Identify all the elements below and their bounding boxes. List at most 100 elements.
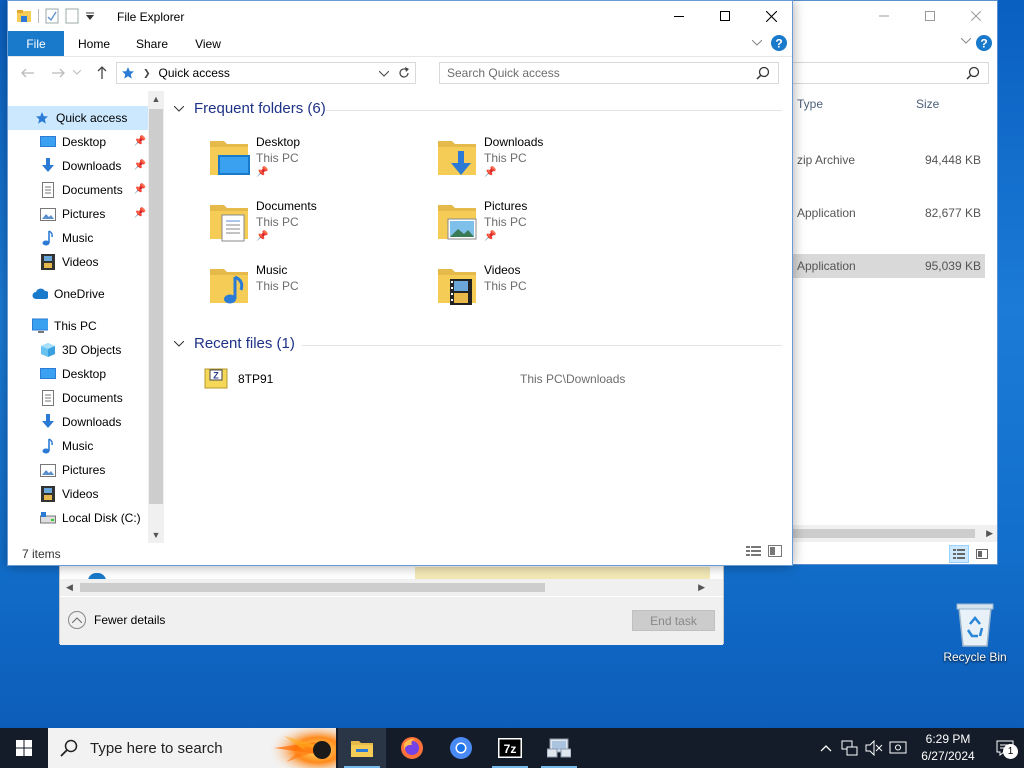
bg-col-size[interactable]: Size	[916, 97, 939, 111]
tiles-view-icon[interactable]	[768, 545, 782, 557]
bg-maximize-button[interactable]	[907, 1, 953, 31]
scroll-up-icon[interactable]: ▲	[148, 91, 164, 107]
tm-scroll-thumb[interactable]	[80, 583, 545, 592]
star-icon	[34, 110, 50, 126]
tm-scroll-left-icon[interactable]: ◀	[66, 582, 73, 593]
address-row: ❯ Quick access Search Quick access	[8, 58, 792, 88]
nav-label: Quick access	[56, 111, 128, 125]
tab-share[interactable]: Share	[128, 31, 176, 56]
clock-time: 6:29 PM	[925, 732, 971, 746]
nav-item-quick-access[interactable]: Quick access	[8, 106, 148, 130]
nav-item-music[interactable]: Music	[8, 226, 148, 250]
nav-item-onedrive[interactable]: OneDrive	[8, 282, 148, 306]
zip-file-icon: Z	[204, 367, 228, 389]
frequent-folders-header[interactable]: Frequent folders (6)	[174, 100, 326, 117]
system-clock[interactable]: 6:29 PM 6/27/2024	[910, 731, 986, 765]
taskbar-file-explorer[interactable]	[338, 728, 386, 768]
bg-table-row[interactable]: zip Archive 94,448 KB	[791, 148, 985, 172]
recent-file-row[interactable]: Z 8TP91 This PC\Downloads	[204, 367, 764, 391]
tab-view[interactable]: View	[184, 31, 232, 56]
customize-qat-icon[interactable]	[85, 11, 95, 21]
folder-tile-desktop[interactable]: Desktop This PC 📌	[208, 133, 428, 189]
task-manager-window[interactable]: ◀ ▶ Fewer details End task	[59, 560, 724, 645]
bg-chevron-down-icon[interactable]	[961, 38, 971, 44]
bg-close-button[interactable]	[953, 1, 999, 31]
nav-vertical-scrollbar[interactable]: ▲ ▼	[148, 91, 164, 543]
recent-locations-icon[interactable]	[70, 64, 84, 82]
folder-tile-documents[interactable]: Documents This PC 📌	[208, 197, 428, 253]
refresh-icon[interactable]	[397, 66, 411, 80]
forward-arrow-icon[interactable]	[48, 64, 68, 82]
nav-item-documents-pc[interactable]: Documents	[8, 386, 148, 410]
new-folder-icon[interactable]	[65, 8, 79, 24]
volume-muted-icon[interactable]	[862, 740, 886, 756]
recycle-bin-shortcut[interactable]: Recycle Bin	[938, 600, 1012, 664]
nav-item-documents[interactable]: Documents 📌	[8, 178, 148, 202]
close-button[interactable]	[748, 1, 794, 31]
bg-scroll-right-icon[interactable]: ▶	[986, 528, 993, 539]
show-hidden-icons-chevron-icon[interactable]	[814, 744, 838, 752]
bg-details-view-icon[interactable]	[949, 545, 969, 563]
recent-files-header[interactable]: Recent files (1)	[174, 335, 295, 352]
taskbar-7zip[interactable]: 7z	[486, 728, 534, 768]
address-dropdown-icon[interactable]	[379, 71, 389, 77]
network-icon[interactable]	[838, 740, 862, 756]
folder-tile-pictures[interactable]: Pictures This PC 📌	[436, 197, 656, 253]
expand-ribbon-icon[interactable]	[752, 40, 762, 46]
folder-tile-downloads[interactable]: Downloads This PC 📌	[436, 133, 656, 189]
breadcrumb-chevron-icon[interactable]: ❯	[143, 68, 151, 79]
file-explorer-window[interactable]: File Explorer File Home Share View ? ❯ Q…	[7, 0, 793, 566]
display-settings-icon[interactable]	[886, 740, 910, 756]
tab-file[interactable]: File	[8, 31, 64, 56]
folder-tile-videos[interactable]: Videos This PC	[436, 261, 656, 317]
nav-item-local-disk[interactable]: Local Disk (C:)	[8, 506, 148, 530]
minimize-button[interactable]	[656, 1, 702, 31]
nav-item-downloads-pc[interactable]: Downloads	[8, 410, 148, 434]
frequent-folders-title: Frequent folders (6)	[194, 100, 326, 117]
nav-item-3d-objects[interactable]: 3D Objects	[8, 338, 148, 362]
tm-horizontal-scrollbar[interactable]: ◀ ▶	[60, 579, 723, 596]
start-button[interactable]	[0, 728, 48, 768]
tm-scroll-right-icon[interactable]: ▶	[698, 582, 705, 593]
nav-item-downloads[interactable]: Downloads 📌	[8, 154, 148, 178]
nav-item-desktop[interactable]: Desktop 📌	[8, 130, 148, 154]
bg-table-row[interactable]: Application 82,677 KB	[791, 201, 985, 225]
taskbar-network-app[interactable]	[535, 728, 583, 768]
search-input[interactable]: Search Quick access	[439, 62, 779, 84]
tab-home[interactable]: Home	[70, 31, 118, 56]
fewer-details-button[interactable]: Fewer details	[68, 611, 165, 629]
bg-scroll-thumb[interactable]	[791, 529, 975, 538]
bg-search-input[interactable]	[761, 62, 989, 84]
end-task-button[interactable]: End task	[632, 610, 715, 631]
up-arrow-icon[interactable]	[92, 64, 112, 82]
nav-item-pictures-pc[interactable]: Pictures	[8, 458, 148, 482]
nav-item-videos-pc[interactable]: Videos	[8, 482, 148, 506]
bg-table-row-selected[interactable]: Application 95,039 KB	[791, 254, 985, 278]
nav-scroll-thumb[interactable]	[149, 109, 163, 504]
nav-item-music-pc[interactable]: Music	[8, 434, 148, 458]
taskbar-firefox[interactable]	[388, 728, 436, 768]
taskbar-chromium[interactable]	[437, 728, 485, 768]
taskbar-search-box[interactable]: Type here to search	[48, 728, 336, 768]
back-arrow-icon[interactable]	[18, 64, 38, 82]
bg-help-icon[interactable]: ?	[975, 34, 993, 52]
bg-horizontal-scrollbar[interactable]: ▶	[761, 525, 997, 542]
background-explorer-window[interactable]: ? Type Size zip Archive 94,448 KB Applic…	[760, 0, 998, 565]
nav-item-this-pc[interactable]: This PC	[8, 314, 148, 338]
taskbar: Type here to search 7z 6:29 PM 6/27/2024…	[0, 728, 1024, 768]
nav-item-videos[interactable]: Videos	[8, 250, 148, 274]
search-icon	[756, 66, 770, 80]
properties-icon[interactable]	[45, 8, 59, 24]
address-bar[interactable]: ❯ Quick access	[116, 62, 416, 84]
nav-item-desktop-pc[interactable]: Desktop	[8, 362, 148, 386]
details-view-icon[interactable]	[746, 545, 762, 557]
help-icon[interactable]: ?	[770, 34, 788, 52]
star-icon	[121, 66, 135, 80]
notifications-button[interactable]: 1	[986, 728, 1024, 768]
bg-minimize-button[interactable]	[861, 1, 907, 31]
folder-tile-music[interactable]: Music This PC	[208, 261, 428, 317]
bg-tiles-view-icon[interactable]	[973, 545, 991, 563]
nav-item-pictures[interactable]: Pictures 📌	[8, 202, 148, 226]
maximize-button[interactable]	[702, 1, 748, 31]
bg-col-type[interactable]: Type	[797, 97, 823, 111]
